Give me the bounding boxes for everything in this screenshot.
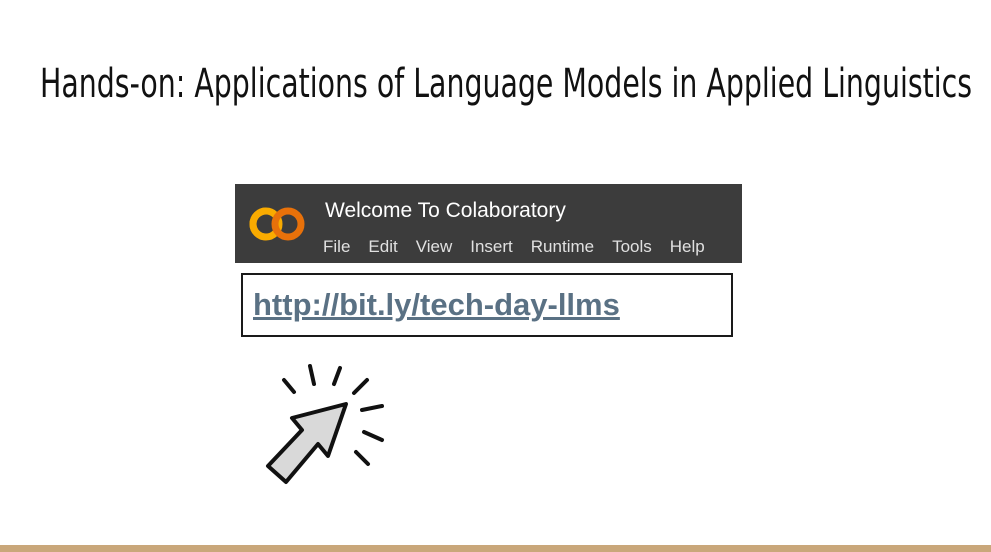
- click-ray: [352, 378, 369, 395]
- menu-item-help[interactable]: Help: [670, 237, 705, 257]
- click-ray: [308, 364, 316, 386]
- click-ray: [362, 430, 384, 442]
- slide-title: Hands-on: Applications of Language Model…: [40, 61, 973, 107]
- menu-item-file[interactable]: File: [323, 237, 350, 257]
- colab-window-title: Welcome To Colaboratory: [325, 199, 566, 222]
- menu-item-insert[interactable]: Insert: [470, 237, 513, 257]
- notebook-link[interactable]: http://bit.ly/tech-day-llms: [253, 287, 620, 323]
- colab-header: Welcome To Colaboratory File Edit View I…: [235, 184, 742, 263]
- cursor-arrow: [266, 402, 348, 484]
- link-box: http://bit.ly/tech-day-llms: [241, 273, 733, 337]
- colab-menu-bar: File Edit View Insert Runtime Tools Help: [323, 237, 705, 257]
- click-ray: [354, 450, 370, 466]
- click-cursor-icon: [266, 364, 384, 484]
- menu-item-tools[interactable]: Tools: [612, 237, 652, 257]
- click-ray: [332, 366, 342, 386]
- menu-item-runtime[interactable]: Runtime: [531, 237, 594, 257]
- click-ray: [282, 378, 296, 394]
- colab-logo-icon[interactable]: [249, 204, 305, 244]
- menu-item-view[interactable]: View: [416, 237, 453, 257]
- footer-accent-bar: [0, 545, 991, 552]
- click-ray: [360, 404, 384, 412]
- menu-item-edit[interactable]: Edit: [368, 237, 397, 257]
